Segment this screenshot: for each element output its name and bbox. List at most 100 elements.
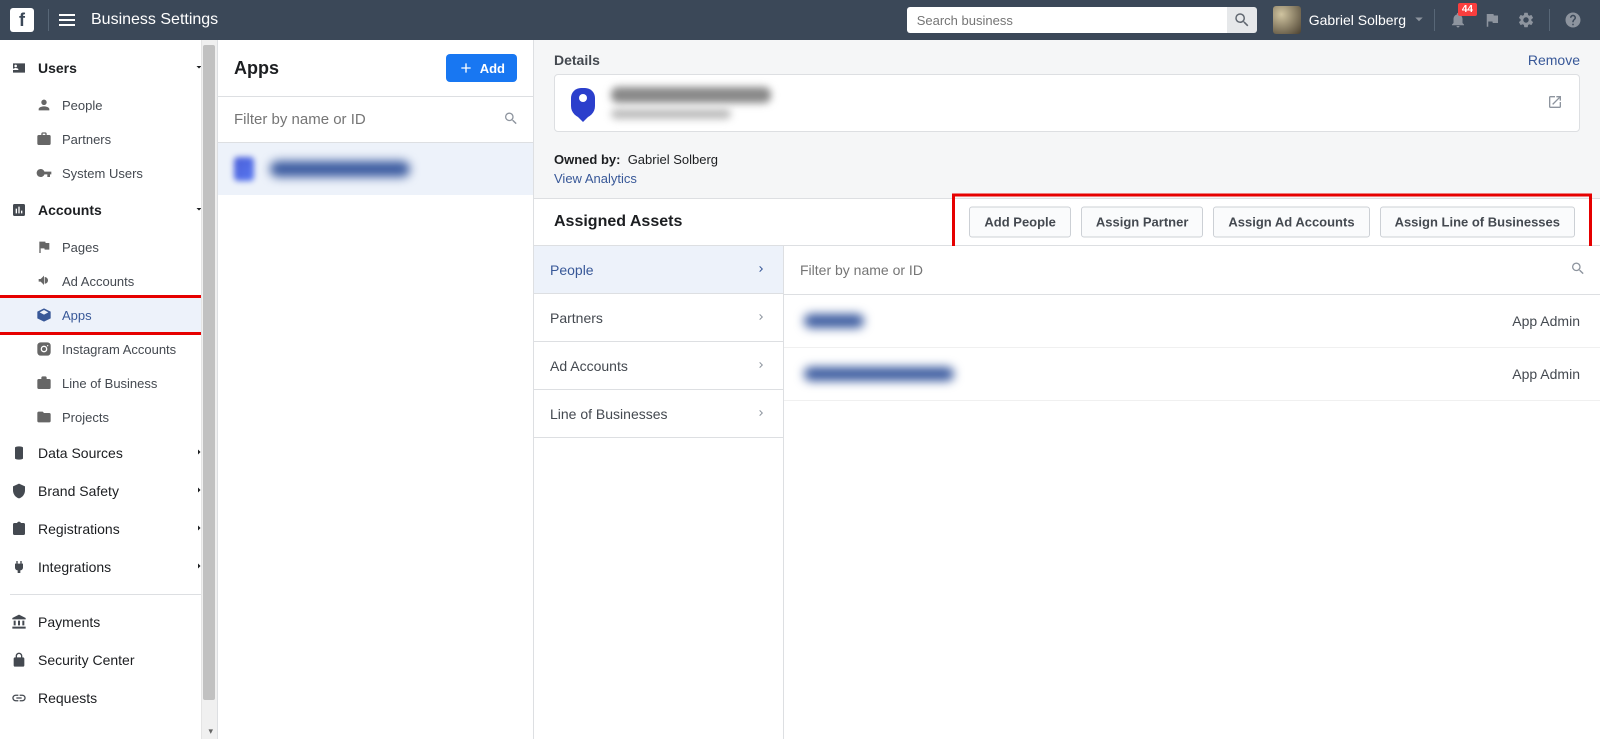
scrollbar-track[interactable]: ▴ ▾ <box>201 40 217 739</box>
app-name-redacted <box>270 161 410 177</box>
asset-type-tabs: People Partners Ad Accounts Line of Busi… <box>534 246 784 739</box>
scrollbar-thumb[interactable] <box>203 45 215 700</box>
global-search <box>907 7 1257 33</box>
sidebar-item-pages[interactable]: Pages <box>0 230 217 264</box>
sidebar-item-label: Brand Safety <box>38 483 119 499</box>
sidebar-section-accounts[interactable]: Accounts <box>0 190 217 230</box>
gear-icon <box>1517 11 1535 29</box>
assign-ad-accounts-button[interactable]: Assign Ad Accounts <box>1213 207 1369 238</box>
help-button[interactable] <box>1564 11 1582 29</box>
sidebar-item-label: Security Center <box>38 652 134 668</box>
flag-icon <box>36 239 52 255</box>
assigned-assets-bar: Assigned Assets Add People Assign Partne… <box>534 198 1600 246</box>
open-external-button[interactable] <box>1547 94 1563 113</box>
assigned-assets-body: People Partners Ad Accounts Line of Busi… <box>534 246 1600 739</box>
sidebar-item-line-of-business[interactable]: Line of Business <box>0 366 217 400</box>
sidebar-section-users[interactable]: Users <box>0 48 217 88</box>
search-icon <box>1233 11 1251 29</box>
app-list-item[interactable] <box>218 143 533 195</box>
assigned-filter-input[interactable] <box>784 246 1600 294</box>
sidebar-item-system-users[interactable]: System Users <box>0 156 217 190</box>
add-people-button[interactable]: Add People <box>969 207 1071 238</box>
settings-button[interactable] <box>1517 11 1535 29</box>
sidebar-item-people[interactable]: People <box>0 88 217 122</box>
app-name-redacted <box>611 87 771 103</box>
sidebar-item-projects[interactable]: Projects <box>0 400 217 434</box>
chevron-right-icon <box>755 310 767 326</box>
sidebar-item-data-sources[interactable]: Data Sources <box>0 434 217 472</box>
sidebar-item-brand-safety[interactable]: Brand Safety <box>0 472 217 510</box>
lock-icon <box>10 652 28 668</box>
assigned-person-row[interactable]: App Admin <box>784 348 1600 401</box>
divider <box>1549 9 1550 31</box>
menu-hamburger-icon[interactable] <box>55 10 79 30</box>
assign-partner-button[interactable]: Assign Partner <box>1081 207 1203 238</box>
chevron-right-icon <box>755 406 767 422</box>
tab-line-of-businesses[interactable]: Line of Businesses <box>534 390 783 438</box>
chevron-right-icon <box>755 262 767 278</box>
app-icon <box>571 88 595 118</box>
search-input[interactable] <box>907 7 1227 33</box>
tab-people[interactable]: People <box>534 246 783 294</box>
apps-filter <box>218 97 533 143</box>
sidebar-item-label: Ad Accounts <box>62 274 134 289</box>
user-avatar[interactable] <box>1273 6 1301 34</box>
link-icon <box>10 690 28 706</box>
sidebar-item-requests[interactable]: Requests <box>0 679 217 717</box>
tab-ad-accounts[interactable]: Ad Accounts <box>534 342 783 390</box>
scroll-down-arrow[interactable]: ▾ <box>208 726 213 737</box>
app-detail-panel: Details Remove Owned by: Gabriel Solberg… <box>534 40 1600 739</box>
notifications-button[interactable]: 44 <box>1449 11 1467 29</box>
app-detail-card <box>554 74 1580 132</box>
folder-icon <box>36 409 52 425</box>
add-button-label: Add <box>480 61 505 76</box>
apps-list-panel: Apps Add <box>218 40 534 739</box>
sidebar: Users People Partners System Users Accou… <box>0 40 218 739</box>
sidebar-item-apps[interactable]: Apps <box>0 298 211 332</box>
person-role: App Admin <box>1512 366 1580 382</box>
main-layout: Users People Partners System Users Accou… <box>0 40 1600 739</box>
remove-link[interactable]: Remove <box>1528 52 1580 68</box>
app-icon <box>234 157 254 181</box>
sidebar-item-ad-accounts[interactable]: Ad Accounts <box>0 264 217 298</box>
sidebar-item-label: Requests <box>38 690 97 706</box>
sidebar-item-label: Line of Business <box>62 376 157 391</box>
search-button[interactable] <box>1227 7 1257 33</box>
sidebar-item-instagram-accounts[interactable]: Instagram Accounts <box>0 332 217 366</box>
sidebar-item-payments[interactable]: Payments <box>0 603 217 641</box>
assigned-person-row[interactable]: App Admin <box>784 295 1600 348</box>
sidebar-item-label: Payments <box>38 614 100 630</box>
tab-label: Partners <box>550 310 603 326</box>
sidebar-item-integrations[interactable]: Integrations <box>0 548 217 586</box>
app-id-redacted <box>611 109 731 119</box>
apps-filter-input[interactable] <box>218 97 533 142</box>
sidebar-item-security-center[interactable]: Security Center <box>0 641 217 679</box>
flag-button[interactable] <box>1483 11 1501 29</box>
divider <box>10 594 207 595</box>
person-name-redacted <box>804 367 954 381</box>
tab-label: People <box>550 262 594 278</box>
user-name[interactable]: Gabriel Solberg <box>1309 12 1406 28</box>
assigned-filter <box>784 246 1600 295</box>
add-app-button[interactable]: Add <box>446 54 517 82</box>
cube-icon <box>36 307 52 323</box>
assigned-list: App Admin App Admin <box>784 246 1600 739</box>
facebook-logo[interactable]: f <box>10 8 34 32</box>
highlight-annotation: Apps <box>0 295 214 335</box>
assign-line-of-businesses-button[interactable]: Assign Line of Businesses <box>1380 207 1575 238</box>
shield-icon <box>10 483 28 499</box>
flag-icon <box>1483 11 1501 29</box>
dropdown-caret-icon[interactable] <box>1410 10 1428 31</box>
tab-partners[interactable]: Partners <box>534 294 783 342</box>
search-icon <box>1570 261 1586 280</box>
assigned-assets-title: Assigned Assets <box>554 213 682 231</box>
apps-list-title: Apps <box>234 58 279 79</box>
accounts-icon <box>10 202 28 218</box>
briefcase-icon <box>36 131 52 147</box>
person-name-redacted <box>804 314 864 328</box>
search-icon <box>503 110 519 129</box>
sidebar-item-label: System Users <box>62 166 143 181</box>
sidebar-item-partners[interactable]: Partners <box>0 122 217 156</box>
sidebar-item-registrations[interactable]: Registrations <box>0 510 217 548</box>
briefcase-icon <box>36 375 52 391</box>
